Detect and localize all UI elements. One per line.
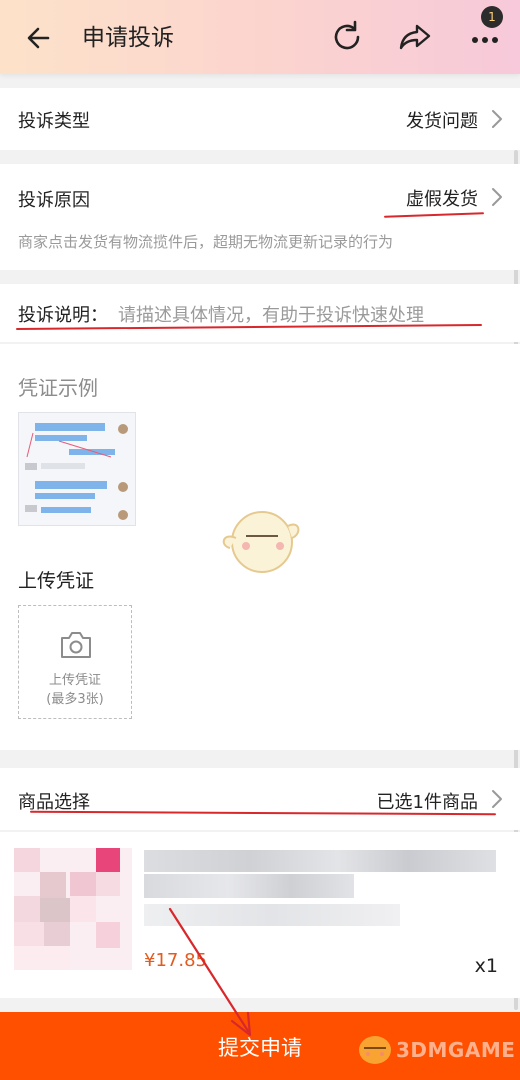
- product-thumbnail-blurred: [14, 848, 132, 970]
- evidence-example-title: 凭证示例: [18, 376, 98, 400]
- complaint-type-label: 投诉类型: [18, 111, 90, 132]
- refresh-icon[interactable]: [328, 18, 366, 56]
- chevron-right-icon: [492, 110, 502, 128]
- watermark-text: 3DMGAME: [396, 1038, 516, 1062]
- upload-evidence-button[interactable]: 上传凭证 (最多3张): [18, 605, 132, 719]
- complaint-reason-value: 虚假发货: [406, 189, 478, 210]
- page-title: 申请投诉: [82, 25, 174, 51]
- complaint-reason-hint: 商家点击发货有物流揽件后，超期无物流更新记录的行为: [18, 233, 394, 251]
- evidence-example-image[interactable]: [18, 412, 136, 526]
- product-title-blurred: [144, 874, 354, 898]
- complaint-description-label: 投诉说明：: [18, 305, 108, 326]
- upload-label: 上传凭证: [48, 673, 101, 688]
- annotation-underline: [383, 212, 485, 218]
- chat-screenshot-thumbnail: [19, 413, 135, 525]
- camera-icon: [61, 632, 91, 658]
- share-icon[interactable]: [396, 18, 434, 56]
- product-quantity: x1: [474, 955, 498, 977]
- chevron-right-icon: [492, 790, 502, 808]
- complaint-type-value: 发货问题: [406, 111, 478, 132]
- product-select-value: 已选1件商品: [376, 792, 478, 813]
- mascot-watermark-icon: [222, 511, 300, 573]
- mascot-logo-icon: [359, 1036, 391, 1064]
- upload-evidence-title: 上传凭证: [18, 570, 95, 592]
- chevron-right-icon: [492, 188, 502, 206]
- product-select-row[interactable]: 商品选择 已选1件商品: [0, 768, 520, 830]
- complaint-description-row: 投诉说明： 请描述具体情况，有助于投诉快速处理: [0, 284, 520, 342]
- app-header: 申请投诉 1: [0, 0, 520, 74]
- product-image: [14, 848, 132, 970]
- product-spec-blurred: [144, 904, 400, 926]
- complaint-type-row[interactable]: 投诉类型 发货问题: [0, 88, 520, 150]
- back-arrow-icon[interactable]: [22, 20, 58, 56]
- notification-badge: 1: [481, 6, 503, 28]
- upload-limit: (最多3张): [46, 692, 104, 707]
- complaint-description-input[interactable]: 请描述具体情况，有助于投诉快速处理: [118, 301, 424, 327]
- complaint-reason-label: 投诉原因: [18, 190, 90, 211]
- product-title-blurred: [144, 850, 496, 872]
- complaint-reason-row[interactable]: 投诉原因 虚假发货 商家点击发货有物流揽件后，超期无物流更新记录的行为: [0, 164, 520, 270]
- product-price: ¥17.85: [144, 950, 207, 971]
- site-watermark: 3DMGAME: [356, 1030, 516, 1070]
